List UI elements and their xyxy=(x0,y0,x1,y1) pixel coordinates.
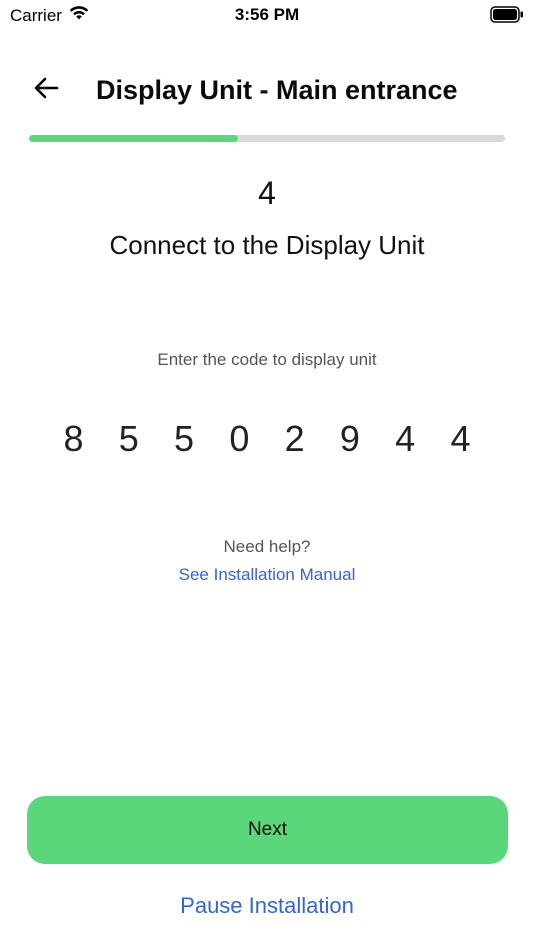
code-label: Enter the code to display unit xyxy=(157,350,377,369)
next-button[interactable]: Next xyxy=(27,796,508,864)
pause-installation-button[interactable]: Pause Installation xyxy=(0,893,534,919)
code-digit: 4 xyxy=(450,418,471,459)
page-title: Display Unit - Main entrance xyxy=(96,75,458,105)
back-button[interactable] xyxy=(28,72,64,108)
step-title: Connect to the Display Unit xyxy=(109,230,425,260)
code-digit: 5 xyxy=(118,418,139,459)
code-digit: 0 xyxy=(229,418,250,459)
code-digit: 5 xyxy=(174,418,195,459)
progress-fill xyxy=(29,135,239,142)
screen: Carrier 3:56 PM Display Unit - Main entr… xyxy=(0,0,534,950)
status-time: 3:56 PM xyxy=(234,5,300,24)
code-digits: 8 5 5 0 2 9 4 4 xyxy=(46,418,488,460)
status-bar: Carrier 3:56 PM xyxy=(0,0,534,32)
code-digit: 2 xyxy=(284,418,305,459)
progress-bar xyxy=(29,135,505,142)
code-digit: 9 xyxy=(339,418,360,459)
code-digit: 8 xyxy=(63,418,84,459)
code-digit: 4 xyxy=(395,418,416,459)
installation-manual-link[interactable]: See Installation Manual xyxy=(0,565,534,585)
battery-icon xyxy=(490,6,524,28)
arrow-left-icon xyxy=(32,76,60,105)
help-text: Need help? xyxy=(223,537,311,556)
step-number: 4 xyxy=(258,175,276,211)
header: Display Unit - Main entrance xyxy=(0,62,534,118)
